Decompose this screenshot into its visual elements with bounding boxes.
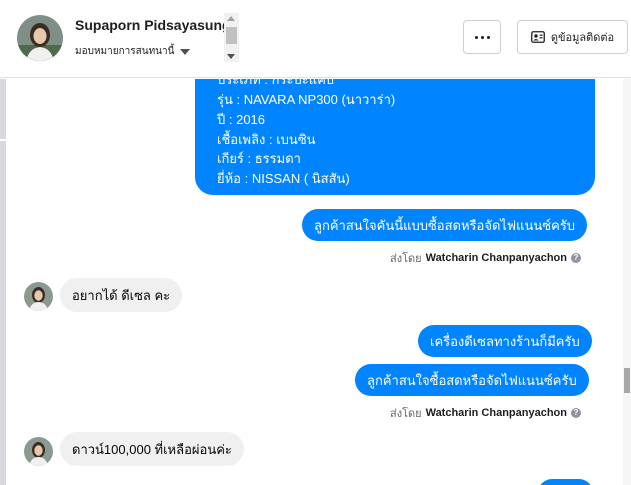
vehicle-type-line: ประเภท : กระบะแค็บ	[217, 79, 335, 87]
left-scroll-track	[0, 79, 6, 485]
outgoing-message[interactable]: ลูกค้าสนใจคันนี้แบบซื้อสดหรือจัดไฟแนนซ์ค…	[302, 209, 588, 241]
contact-avatar-small[interactable]	[24, 282, 53, 311]
contact-avatar[interactable]	[17, 15, 63, 61]
outgoing-message[interactable]: ลูกค้าสนใจซื้อสดหรือจัดไฟแนนซ์ครับ	[355, 364, 589, 396]
sender-name: Watcharin Chanpanyachon	[425, 252, 567, 264]
vehicle-info-message[interactable]: ประเภท : กระบะแค็บ รุ่น : NAVARA NP300 (…	[195, 79, 595, 195]
contact-card-icon	[530, 31, 545, 43]
chat-scroll-thumb[interactable]	[624, 368, 630, 393]
vehicle-model-line: รุ่น : NAVARA NP300 (นาวาร่า)	[217, 92, 396, 107]
vehicle-fuel-line: เชื้อเพลิง : เบนซิน	[217, 132, 316, 147]
vehicle-gear-line: เกียร์ : ธรรมดา	[217, 151, 301, 166]
more-options-button[interactable]	[463, 20, 501, 54]
contact-avatar-small[interactable]	[24, 437, 53, 466]
assign-conversation-dropdown[interactable]: มอบหมายการสนทนานี้	[75, 44, 191, 59]
sent-by-prefix: ส่งโดย	[390, 253, 422, 265]
incoming-message[interactable]: ดาวน์100,000 ที่เหลือผ่อนค่ะ	[60, 432, 244, 466]
incoming-message[interactable]: อยากได้ ดีเซล คะ	[60, 278, 183, 312]
help-circle-icon[interactable]: ?	[570, 408, 581, 418]
conversation-header: Supaporn Pidsayasung มอบหมายการสนทนานี้ …	[0, 0, 631, 78]
scroll-thumb[interactable]	[226, 27, 237, 44]
scroll-up-arrow-icon[interactable]	[227, 16, 235, 21]
vehicle-brand-line: ยี่ห้อ : NISSAN ( นิสสัน)	[217, 171, 350, 186]
outgoing-message-partial[interactable]	[538, 479, 593, 485]
sent-by-label: ส่งโดย Watcharin Chanpanyachon ?	[390, 249, 581, 267]
header-scrollbar[interactable]	[224, 13, 239, 62]
assign-label: มอบหมายการสนทนานี้	[75, 46, 175, 57]
view-contact-info-label: ดูข้อมูลติดต่อ	[550, 32, 615, 44]
message-thread[interactable]: ประเภท : กระบะแค็บ รุ่น : NAVARA NP300 (…	[0, 79, 631, 485]
outgoing-message[interactable]: เครื่องดีเซลทางร้านก็มีครับ	[418, 325, 592, 357]
help-circle-icon[interactable]: ?	[570, 253, 581, 263]
view-contact-info-button[interactable]: ดูข้อมูลติดต่อ	[517, 20, 628, 54]
sender-name: Watcharin Chanpanyachon	[425, 407, 567, 419]
scroll-down-arrow-icon[interactable]	[227, 54, 235, 59]
sent-by-label: ส่งโดย Watcharin Chanpanyachon ?	[390, 404, 581, 422]
chat-scrollbar[interactable]	[623, 79, 631, 485]
more-dots-icon	[474, 35, 490, 39]
caret-down-icon	[180, 48, 191, 55]
vehicle-year-line: ปี : 2016	[217, 112, 266, 127]
contact-name: Supaporn Pidsayasung	[75, 17, 231, 33]
sent-by-prefix: ส่งโดย	[390, 408, 422, 420]
